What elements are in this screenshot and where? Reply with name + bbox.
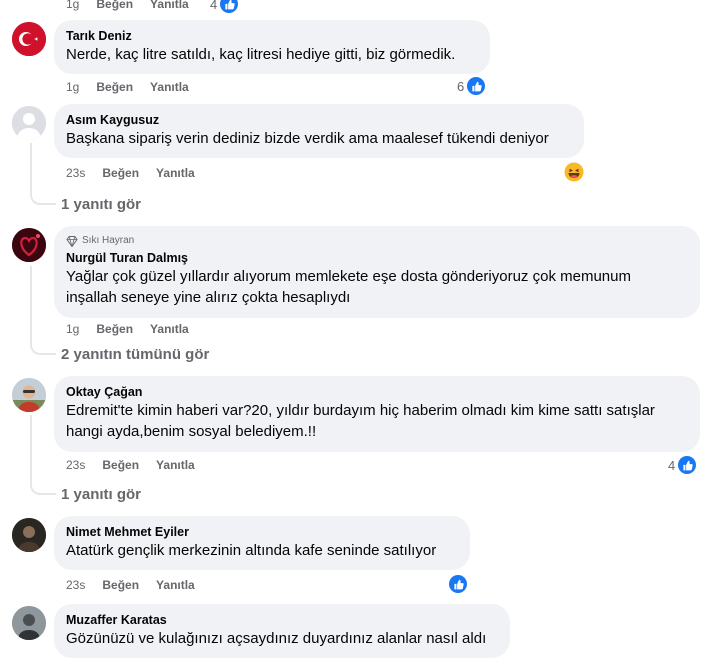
comment-bubble: Tarık Deniz Nerde, kaç litre satıldı, ka… — [54, 20, 490, 74]
comment-meta: 23s Beğen Yanıtla — [66, 457, 195, 473]
comment-bubble: Muzaffer Karatas Gözünüzü ve kulağınızı … — [54, 604, 510, 658]
commenter-name[interactable]: Nurgül Turan Dalmış — [66, 250, 688, 266]
comment-meta: 23s Beğen Yanıtla — [66, 165, 195, 181]
commenter-name[interactable]: Tarık Deniz — [66, 28, 478, 44]
comment-bubble: Asım Kaygusuz Başkana sipariş verin dedi… — [54, 104, 584, 158]
reply-button[interactable]: Yanıtla — [156, 457, 195, 473]
comment-bubble: Sıkı Hayran Nurgül Turan Dalmış Yağlar ç… — [54, 226, 700, 318]
like-button[interactable]: Beğen — [102, 457, 139, 473]
thumbs-up-icon — [220, 0, 239, 13]
timestamp[interactable]: 23s — [66, 165, 85, 181]
diamond-icon — [66, 235, 78, 247]
avatar[interactable] — [12, 606, 46, 640]
reply-button[interactable]: Yanıtla — [150, 0, 189, 12]
reply-button[interactable]: Yanıtla — [156, 165, 195, 181]
timestamp[interactable]: 1g — [66, 321, 79, 337]
comment-bubble: Oktay Çağan Edremit'te kimin haberi var?… — [54, 376, 700, 452]
thumbs-up-icon — [678, 456, 697, 474]
avatar[interactable] — [12, 106, 46, 140]
commenter-name[interactable]: Nimet Mehmet Eyiler — [66, 524, 458, 540]
commenter-name[interactable]: Muzaffer Karatas — [66, 612, 498, 628]
avatar[interactable] — [12, 518, 46, 552]
comment-meta: 23s Beğen Yanıtla — [66, 577, 195, 593]
like-button[interactable]: Beğen — [102, 577, 139, 593]
like-button[interactable]: Beğen — [96, 321, 133, 337]
like-button[interactable]: Beğen — [96, 0, 133, 12]
reaction-count-number: 4 — [668, 457, 676, 473]
view-replies-link[interactable]: 1 yanıtı gör — [61, 485, 141, 505]
reply-button[interactable]: Yanıtla — [150, 321, 189, 337]
timestamp[interactable]: 1g — [66, 79, 79, 95]
avatar[interactable] — [12, 22, 46, 56]
commenter-name[interactable]: Oktay Çağan — [66, 384, 688, 400]
comment-meta: 1g Beğen Yanıtla — [66, 79, 189, 95]
timestamp[interactable]: 23s — [66, 577, 85, 593]
like-button[interactable]: Beğen — [96, 79, 133, 95]
reaction-count[interactable]: 6 — [457, 77, 486, 95]
comment-meta: 1g Beğen Yanıtla — [66, 321, 189, 337]
view-replies-link[interactable]: 2 yanıtın tümünü gör — [61, 345, 209, 365]
laughing-emoji-icon[interactable] — [564, 162, 584, 182]
reply-button[interactable]: Yanıtla — [156, 577, 195, 593]
comment-text: Atatürk gençlik merkezinin altında kafe … — [66, 542, 437, 559]
timestamp[interactable]: 1g — [66, 0, 79, 12]
reaction-count[interactable]: 4 — [668, 456, 697, 474]
comment-text: Gözünüzü ve kulağınızı açsaydınız duyard… — [66, 630, 487, 647]
reaction-count-number: 4 — [210, 0, 218, 12]
comment-text-line: hangi ayda,benim sosyal belediyem.!! — [66, 423, 317, 440]
comment-meta: 1g Beğen Yanıtla — [66, 0, 189, 12]
badge-label: Sıkı Hayran — [82, 235, 135, 246]
avatar[interactable] — [12, 378, 46, 412]
top-fan-badge[interactable]: Sıkı Hayran — [66, 234, 688, 248]
timestamp[interactable]: 23s — [66, 457, 85, 473]
thread-connector — [30, 415, 56, 495]
view-replies-link[interactable]: 1 yanıtı gör — [61, 195, 141, 215]
thread-connector — [30, 143, 56, 205]
reaction-count-number: 6 — [457, 78, 465, 94]
thumbs-up-icon[interactable] — [449, 575, 467, 595]
avatar[interactable] — [12, 228, 46, 262]
thread-connector — [30, 266, 56, 355]
reply-button[interactable]: Yanıtla — [150, 79, 189, 95]
commenter-name[interactable]: Asım Kaygusuz — [66, 112, 572, 128]
comment-text-line: inşallah seneye yine alırız çokta hesapl… — [66, 289, 351, 306]
reaction-count[interactable]: 4 — [210, 0, 239, 13]
comment-text: Nerde, kaç litre satıldı, kaç litresi he… — [66, 46, 456, 63]
like-button[interactable]: Beğen — [102, 165, 139, 181]
comment-text: Başkana sipariş verin dediniz bizde verd… — [66, 130, 549, 147]
comment-text-line: Yağlar çok güzel yıllardır alıyorum meml… — [66, 268, 631, 285]
comment-bubble: Nimet Mehmet Eyiler Atatürk gençlik merk… — [54, 516, 470, 570]
thumbs-up-icon — [467, 77, 486, 95]
comment-text-line: Edremit'te kimin haberi var?20, yıldır b… — [66, 402, 655, 419]
